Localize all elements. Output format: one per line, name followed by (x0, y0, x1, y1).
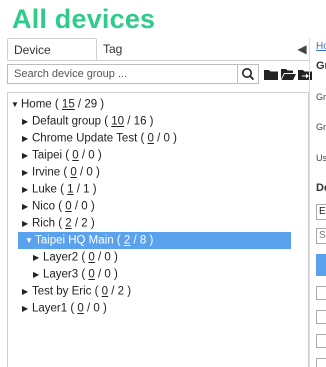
online-count[interactable]: 0 (148, 133, 154, 145)
caret-right-icon[interactable]: ▶ (33, 266, 43, 283)
caret-right-icon[interactable]: ▶ (22, 130, 32, 147)
tree-node-label: Taipei HQ Main (35, 234, 114, 247)
total-count: 0 (104, 251, 111, 264)
total-count: 2 (117, 285, 125, 298)
tree-node[interactable]: ▼ Home ( 15 / 29 ) (11, 96, 104, 113)
caret-right-icon[interactable]: ▶ (22, 181, 32, 198)
page-title: All devices (12, 4, 156, 34)
total-count: 29 (84, 98, 98, 111)
search-button[interactable] (237, 64, 259, 84)
caret-right-icon[interactable]: ▶ (22, 198, 32, 215)
search-row (7, 64, 312, 86)
devices-search-input[interactable]: S (316, 228, 326, 244)
caret-down-icon[interactable]: ▼ (25, 232, 35, 249)
online-count[interactable]: 2 (65, 218, 71, 230)
tree-node[interactable]: ▼ Taipei HQ Main ( 2 / 8 ) (18, 232, 291, 249)
tree-node[interactable]: ▶ Layer1 ( 0 / 0 ) (22, 300, 107, 317)
tree-node-label: Chrome Update Test (32, 132, 138, 145)
total-count: 2 (81, 217, 88, 230)
group-detail-label: Gr (316, 92, 326, 102)
search-input[interactable] (7, 64, 237, 84)
group-detail-label: Us (316, 153, 326, 163)
row-checkbox[interactable] (316, 358, 326, 367)
total-count: 16 (133, 115, 147, 128)
device-groups-panel: Device groups Tag ◀ ▼Home ( 15 / 29 )▶De… (7, 38, 312, 367)
tree-node[interactable]: ▶ Nico ( 0 / 0 ) (22, 198, 95, 215)
caret-right-icon[interactable]: ▶ (22, 113, 32, 130)
tab-device-groups[interactable]: Device groups (7, 38, 97, 79)
search-icon (242, 68, 255, 81)
selected-row-highlight (316, 254, 326, 276)
group-details-panel: Ho Gr Gr Gr Us De E S (310, 38, 326, 367)
tree-node[interactable]: ▶ Irvine ( 0 / 0 ) (22, 164, 100, 181)
caret-right-icon[interactable]: ▶ (22, 300, 32, 317)
online-count[interactable]: 2 (124, 235, 130, 247)
online-count[interactable]: 0 (70, 167, 76, 179)
caret-right-icon[interactable]: ▶ (22, 164, 32, 181)
total-count: 0 (93, 302, 100, 315)
caret-right-icon[interactable]: ▶ (33, 249, 43, 266)
tree-node-label: Default group (32, 115, 102, 128)
tree-node-label: Layer3 (43, 268, 79, 281)
total-count: 8 (139, 234, 147, 247)
row-checkbox[interactable] (316, 286, 326, 300)
online-count[interactable]: 1 (67, 184, 73, 196)
tree-node-label: Home (21, 98, 52, 111)
tree-node[interactable]: ▶ Default group ( 10 / 16 ) (22, 113, 154, 130)
caret-right-icon[interactable]: ▶ (22, 283, 32, 300)
caret-right-icon[interactable]: ▶ (22, 215, 32, 232)
total-count: 1 (83, 183, 90, 196)
tree-node[interactable]: ▶ Rich ( 2 / 2 ) (22, 215, 95, 232)
tree-node-label: Layer2 (43, 251, 79, 264)
tree-node[interactable]: ▶ Chrome Update Test ( 0 / 0 ) (22, 130, 177, 147)
devices-section-heading: De (316, 182, 326, 194)
group-section-heading: Gr (316, 60, 326, 72)
total-count: 0 (86, 166, 93, 179)
tree-node-label: Taipei (32, 149, 63, 162)
tree-node-label: Luke (32, 183, 57, 196)
tree-node-label: Layer1 (32, 302, 68, 315)
online-count[interactable]: 0 (65, 201, 71, 213)
collapse-panel-icon[interactable]: ◀ (295, 42, 309, 56)
online-count[interactable]: 0 (77, 303, 83, 315)
online-count[interactable]: 0 (102, 286, 108, 298)
row-checkbox[interactable] (316, 310, 326, 324)
caret-down-icon[interactable]: ▼ (11, 96, 21, 113)
online-count[interactable]: 15 (62, 99, 75, 111)
tree-node-label: Test by Eric (32, 285, 92, 298)
tab-divider (7, 60, 309, 61)
add-folder-icon[interactable] (263, 67, 279, 81)
online-count[interactable]: 0 (72, 150, 78, 162)
online-count[interactable]: 10 (111, 116, 124, 128)
breadcrumb-link[interactable]: Ho (316, 41, 326, 52)
caret-right-icon[interactable]: ▶ (22, 147, 32, 164)
open-folder-icon[interactable] (280, 67, 296, 81)
group-detail-label: Gr (316, 122, 326, 132)
tree-node-label: Irvine (32, 166, 61, 179)
total-count: 0 (104, 268, 111, 281)
tree-node-label: Rich (32, 217, 56, 230)
total-count: 0 (88, 149, 95, 162)
tree-node[interactable]: ▶ Layer2 ( 0 / 0 ) (33, 249, 118, 266)
tree-node[interactable]: ▶ Layer3 ( 0 / 0 ) (33, 266, 118, 283)
online-count[interactable]: 0 (88, 252, 94, 264)
tree-node[interactable]: ▶ Test by Eric ( 0 / 2 ) (22, 283, 131, 300)
row-checkbox[interactable] (316, 334, 326, 348)
tab-bar: Device groups Tag ◀ (7, 38, 309, 79)
total-count: 0 (163, 132, 170, 145)
tree-node-label: Nico (32, 200, 56, 213)
online-count[interactable]: 0 (88, 269, 94, 281)
devices-filter-select[interactable]: E (316, 204, 326, 220)
tree-node[interactable]: ▶ Taipei ( 0 / 0 ) (22, 147, 102, 164)
tab-tag[interactable]: Tag (97, 38, 137, 60)
total-count: 0 (81, 200, 88, 213)
tree-node[interactable]: ▶ Luke ( 1 / 1 ) (22, 181, 97, 198)
device-group-tree: ▼ Home ( 15 / 29 ) ▶ Default group ( 10 / 1… (7, 92, 309, 367)
